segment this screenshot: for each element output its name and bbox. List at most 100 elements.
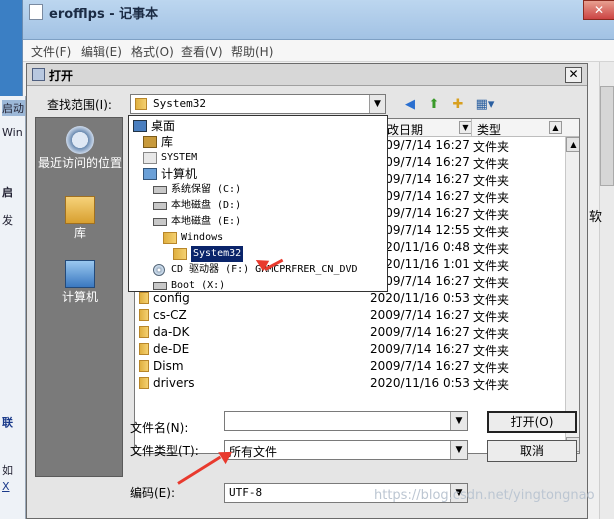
filename-field[interactable]: ▼ (224, 411, 468, 431)
place-recent[interactable]: 最近访问的位置 (36, 126, 124, 170)
dropdown-item-label: 系统保留 (C:) (171, 184, 242, 195)
file-name: da-DK (153, 325, 190, 339)
view-menu-icon[interactable]: ▦▾ (473, 96, 497, 114)
folder-icon (173, 248, 187, 260)
menu-help[interactable]: 帮助(H) (231, 43, 273, 60)
file-type: 文件夹 (473, 157, 510, 171)
file-list-scrollbar[interactable]: ▲ ▼ (565, 137, 579, 453)
dropdown-item-label: Boot (X:) (171, 280, 226, 291)
file-type: 文件夹 (473, 327, 510, 341)
desktop-icon (133, 120, 147, 132)
look-in-value: System32 (153, 97, 206, 110)
file-type: 文件夹 (473, 276, 510, 290)
file-name: config (153, 291, 190, 305)
library-icon (143, 136, 157, 148)
chevron-down-icon[interactable]: ▼ (369, 95, 385, 113)
file-type: 文件夹 (473, 225, 510, 239)
menu-edit[interactable]: 编辑(E) (81, 43, 122, 60)
file-row[interactable]: Dism 2009/7/14 16:27 文件夹 (135, 358, 565, 375)
dropdown-item-label: Windows (181, 232, 224, 243)
dropdown-item-label: System32 (191, 246, 244, 262)
drive-icon (153, 202, 167, 210)
file-date: 2009/7/14 16:27 (370, 342, 470, 356)
file-name: cs-CZ (153, 308, 187, 322)
dialog-title: 打开 (49, 69, 74, 83)
file-row[interactable]: drivers 2020/11/16 0:53 文件夹 (135, 375, 565, 392)
cd-drive-icon (153, 264, 165, 276)
file-row[interactable]: de-DE 2009/7/14 16:27 文件夹 (135, 341, 565, 358)
menu-file[interactable]: 文件(F) (31, 43, 71, 60)
computer-icon (143, 168, 157, 180)
sliver-link[interactable]: X (2, 480, 10, 493)
drive-icon (153, 282, 167, 290)
file-date: 2020/11/16 0:53 (370, 376, 470, 390)
scroll-up-icon[interactable]: ▲ (566, 137, 579, 152)
library-icon (65, 196, 95, 224)
folder-icon (139, 360, 149, 372)
sliver-text: 联 (2, 416, 13, 429)
place-label: 库 (73, 226, 86, 240)
sliver-text: 发 (2, 214, 13, 227)
open-button[interactable]: 打开(O) (487, 411, 577, 433)
dialog-close-button[interactable]: ✕ (565, 67, 582, 83)
back-icon[interactable]: ◀ (401, 96, 419, 114)
file-date: 2020/11/16 0:53 (370, 291, 470, 305)
computer-icon (65, 260, 95, 288)
place-label: 最近访问的位置 (37, 156, 122, 170)
file-date: 2009/7/14 16:27 (370, 325, 470, 339)
sliver-text: 启动 (2, 100, 25, 116)
notepad-menubar: 文件(F) 编辑(E) 格式(O) 查看(V) 帮助(H) (23, 40, 614, 62)
notepad-scroll-thumb[interactable] (600, 86, 614, 186)
behind-right-text: 软 (589, 210, 603, 225)
filetype-combobox[interactable]: 所有文件 ▼ (224, 440, 468, 460)
file-type: 文件夹 (473, 293, 510, 307)
dialog-icon (32, 68, 45, 81)
look-in-label: 查找范围(I): (47, 98, 112, 112)
file-row[interactable]: da-DK 2009/7/14 16:27 文件夹 (135, 324, 565, 341)
place-computer[interactable]: 计算机 (36, 260, 124, 304)
file-type: 文件夹 (473, 259, 510, 273)
places-bar: 最近访问的位置 库 计算机 (35, 117, 123, 477)
cancel-button[interactable]: 取消 (487, 440, 577, 462)
dropdown-item-label: SYSTEM (161, 152, 198, 163)
file-type: 文件夹 (473, 344, 510, 358)
look-in-combobox[interactable]: System32 ▼ (130, 94, 386, 114)
dialog-titlebar: 打开 ✕ (27, 64, 587, 86)
file-type: 文件夹 (473, 310, 510, 324)
filetype-label: 文件类型(T): (130, 444, 199, 458)
drive-icon (153, 186, 167, 194)
folder-icon (163, 232, 177, 244)
sliver-text: 启 (2, 186, 13, 199)
place-libraries[interactable]: 库 (36, 196, 124, 240)
sliver-text: Win (2, 126, 23, 139)
chevron-down-icon[interactable]: ▼ (450, 412, 467, 430)
notepad-close-button[interactable]: ✕ (583, 0, 614, 20)
dropdown-item-label: 库 (161, 135, 174, 149)
file-name: de-DE (153, 342, 190, 356)
menu-format[interactable]: 格式(O) (131, 43, 174, 60)
file-name: Dism (153, 359, 184, 373)
chevron-down-icon[interactable]: ▼ (450, 441, 467, 459)
column-type[interactable]: 类型 (477, 121, 501, 138)
recent-places-icon (66, 126, 94, 154)
folder-icon (139, 326, 149, 338)
file-type: 文件夹 (473, 242, 510, 256)
file-type: 文件夹 (473, 140, 510, 154)
sort-chevron-icon[interactable]: ▲ (549, 121, 562, 134)
file-row[interactable]: config 2020/11/16 0:53 文件夹 (135, 290, 565, 307)
up-folder-icon[interactable]: ⬆ (425, 96, 443, 114)
file-row[interactable]: cs-CZ 2009/7/14 16:27 文件夹 (135, 307, 565, 324)
file-type: 文件夹 (473, 361, 510, 375)
new-folder-icon[interactable]: ✚ (449, 96, 467, 114)
notepad-titlebar: erofflps - 记事本 ✕ (23, 0, 614, 40)
dropdown-item-label: 桌面 (151, 119, 176, 133)
menu-view[interactable]: 查看(V) (181, 43, 223, 60)
file-date: 2009/7/14 16:27 (370, 308, 470, 322)
notepad-icon (29, 4, 43, 20)
folder-icon (135, 98, 147, 110)
encoding-label: 编码(E): (130, 486, 175, 500)
encoding-value: UTF-8 (229, 486, 263, 499)
dropdown-item-label: 本地磁盘 (D:) (171, 200, 242, 211)
folder-icon (139, 343, 149, 355)
drive-icon (153, 218, 167, 226)
